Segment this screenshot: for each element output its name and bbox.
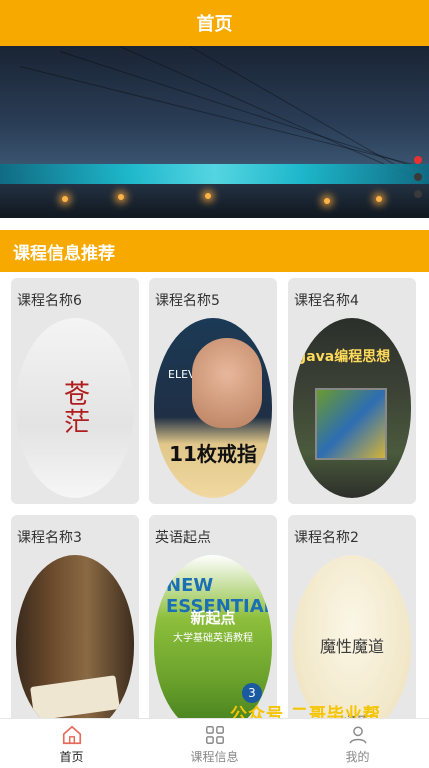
top-bar: 首页 [0,0,429,46]
cover-title: 11枚戒指 [169,442,257,466]
tab-course-info[interactable]: 课程信息 [143,719,286,768]
page-title: 首页 [196,14,233,35]
bridge-image [0,164,429,184]
course-card[interactable]: 课程名称6 苍茫 [11,278,139,504]
cover-subtitle: 大学基础英语教程 [173,633,253,644]
tab-label: 首页 [59,749,84,764]
course-card[interactable]: 课程名称4 Java编程思想 [288,278,416,504]
tab-label: 我的 [345,749,370,764]
course-name: 课程名称6 [17,293,82,309]
carousel-dot[interactable] [414,173,422,181]
course-grid: 课程名称6 苍茫 课程名称5 ELEVEN RINGS 11枚戒指 课程名称4 … [0,272,429,741]
bottom-tab-bar: 首页 课程信息 我的 [0,718,429,768]
course-name: 英语起点 [155,530,211,546]
carousel-dot[interactable] [414,190,422,198]
course-name: 课程名称3 [17,530,82,546]
cover-title: Java编程思想 [301,349,391,365]
course-cover[interactable] [16,555,134,735]
tab-mine[interactable]: 我的 [286,719,429,768]
course-cover[interactable]: Java编程思想 [293,318,411,498]
course-card[interactable]: 课程名称5 ELEVEN RINGS 11枚戒指 [149,278,277,504]
cover-title: 新起点 [190,609,236,627]
grid-icon [205,725,224,744]
carousel-indicators [414,156,422,198]
user-icon [348,725,367,744]
course-card[interactable]: 课程名称3 [11,515,139,741]
course-cover[interactable]: ELEVEN RINGS 11枚戒指 [154,318,272,498]
carousel-dot-active[interactable] [414,156,422,164]
course-name: 课程名称4 [294,293,359,309]
tab-home[interactable]: 首页 [0,719,143,768]
course-cover[interactable]: 苍茫 [16,318,134,498]
course-name: 课程名称5 [155,293,220,309]
tab-label: 课程信息 [190,749,239,764]
home-icon [62,725,81,744]
section-header: 课程信息推荐 [0,230,429,272]
course-name: 课程名称2 [294,530,359,546]
banner-carousel[interactable] [0,46,429,218]
section-title: 课程信息推荐 [13,243,115,264]
cover-title: 魔性魔道 [319,637,384,656]
